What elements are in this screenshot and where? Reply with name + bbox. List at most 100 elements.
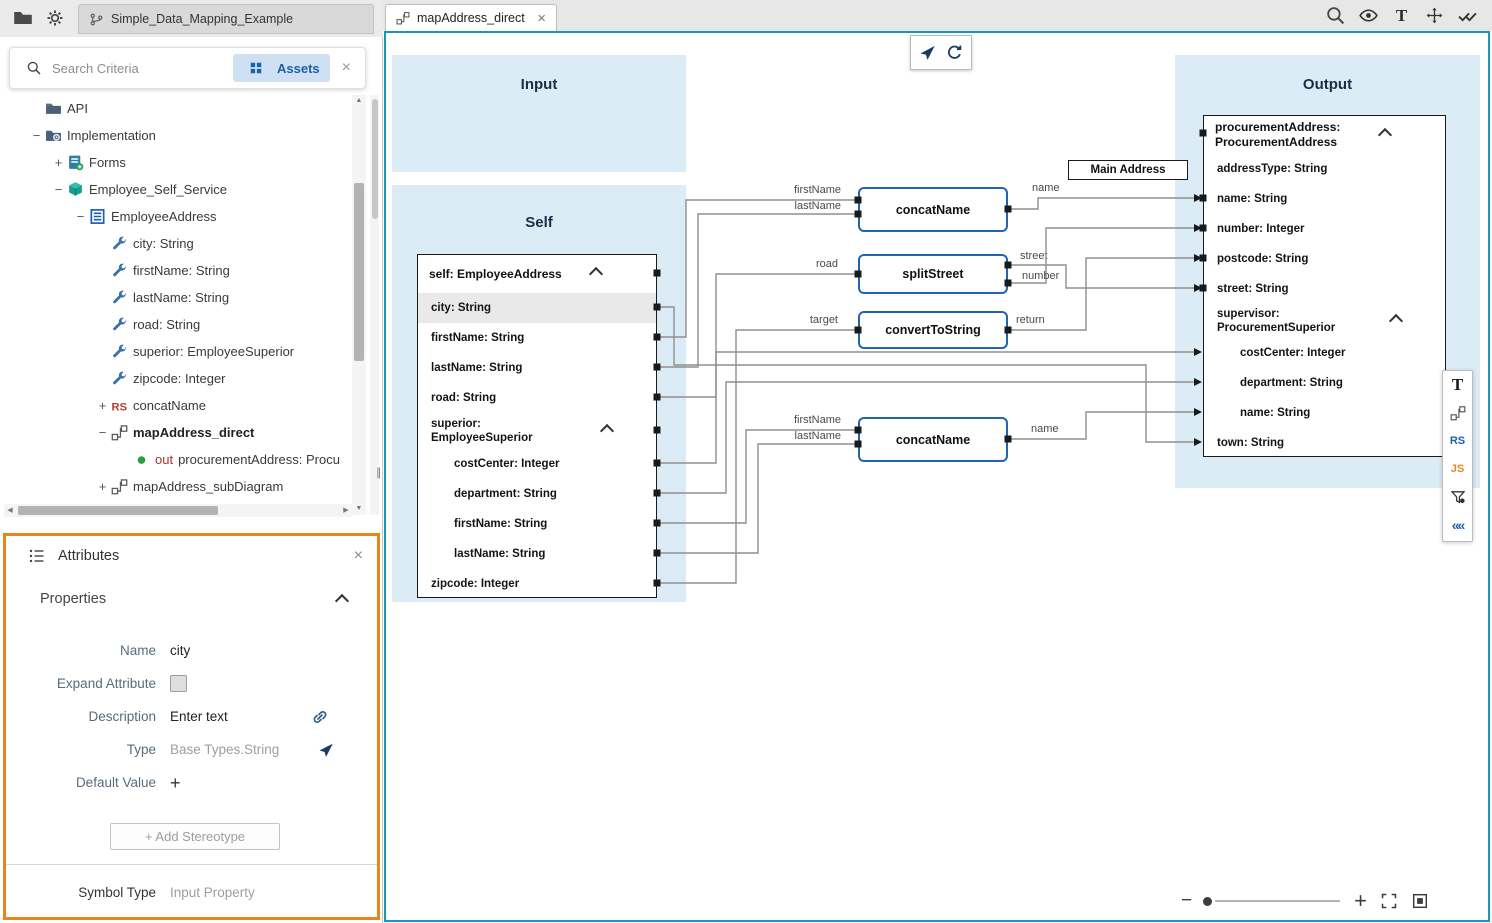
- scrollbar-thumb[interactable]: [18, 506, 218, 515]
- filter-tool-button[interactable]: [1443, 483, 1472, 511]
- tree-item-api[interactable]: API: [0, 95, 352, 122]
- tree-item-superior-employeesuperior[interactable]: superior: EmployeeSuperior: [0, 338, 352, 365]
- scroll-right-arrow[interactable]: ▶: [340, 504, 352, 517]
- tree-item-employeeaddress[interactable]: −EmployeeAddress: [0, 203, 352, 230]
- self-attr-road[interactable]: road: String: [418, 383, 656, 413]
- chevron-up-icon[interactable]: [589, 267, 603, 281]
- diagram-tool-button[interactable]: [1443, 399, 1472, 427]
- clear-search-icon[interactable]: ×: [342, 59, 351, 77]
- scroll-up-arrow[interactable]: ▲: [352, 95, 366, 107]
- mapping-wire[interactable]: [657, 430, 858, 523]
- tree-item-firstname-string[interactable]: firstName: String: [0, 257, 352, 284]
- chevron-up-icon[interactable]: [600, 424, 614, 438]
- tab-mapaddress-direct[interactable]: mapAddress_direct ×: [385, 4, 557, 31]
- self-attr-lastname[interactable]: lastName: String: [418, 539, 656, 569]
- tree-item-employee-self-service[interactable]: −Employee_Self_Service: [0, 176, 352, 203]
- search-input[interactable]: [50, 60, 233, 77]
- self-attr-firstname[interactable]: firstName: String: [418, 323, 656, 353]
- attr-field-value[interactable]: city: [170, 643, 190, 658]
- mapping-wire[interactable]: [657, 274, 858, 397]
- zoom-out-button[interactable]: −: [1181, 890, 1192, 912]
- procurementaddress-node[interactable]: procurementAddress: ProcurementAddress a…: [1203, 115, 1446, 457]
- mapping-wire[interactable]: [1008, 412, 1196, 439]
- output-attr-supervisor[interactable]: supervisor: ProcurementSuperior: [1204, 304, 1445, 338]
- collapse-icon[interactable]: −: [72, 209, 89, 224]
- self-employeeaddress-node[interactable]: self: EmployeeAddress city: StringfirstN…: [417, 254, 657, 598]
- expand-icon[interactable]: +: [50, 155, 67, 170]
- splitter-grip[interactable]: ∥: [376, 466, 382, 479]
- tree-item-mapaddress-subdiagram[interactable]: +mapAddress_subDiagram: [0, 473, 352, 500]
- chevron-up-icon[interactable]: [1378, 128, 1392, 142]
- mapping-wire[interactable]: [657, 444, 858, 553]
- close-tab-icon[interactable]: ×: [537, 11, 546, 26]
- scroll-down-arrow[interactable]: ▼: [352, 503, 366, 515]
- tree-item-implementation[interactable]: −Implementation: [0, 122, 352, 149]
- navigate-type-icon[interactable]: [317, 741, 335, 759]
- attr-field-value[interactable]: Base Types.String: [170, 742, 279, 757]
- fit-arrows-icon[interactable]: [1424, 5, 1445, 26]
- mapping-canvas[interactable]: Input Self Output self: EmployeeAddress …: [384, 31, 1490, 922]
- chevron-up-icon[interactable]: [335, 594, 349, 608]
- scrollbar-thumb[interactable]: [354, 183, 364, 361]
- tree-item-lastname-string[interactable]: lastName: String: [0, 284, 352, 311]
- refresh-icon[interactable]: [945, 43, 964, 62]
- output-attr-department[interactable]: department: String: [1204, 368, 1445, 398]
- tree-item-concatname[interactable]: +RSconcatName: [0, 392, 352, 419]
- output-attr-name[interactable]: name: String: [1204, 398, 1445, 428]
- sidebar-vertical-scrollbar[interactable]: [370, 95, 379, 515]
- collapse-icon[interactable]: −: [50, 182, 67, 197]
- add-stereotype-button[interactable]: + Add Stereotype: [110, 823, 280, 850]
- self-attr-superior[interactable]: superior: EmployeeSuperior: [418, 413, 656, 449]
- close-panel-icon[interactable]: ×: [354, 547, 363, 565]
- scrollbar-thumb[interactable]: [372, 99, 378, 219]
- self-attr-lastname[interactable]: lastName: String: [418, 353, 656, 383]
- self-attr-city[interactable]: city: String: [418, 293, 656, 323]
- collapse-icon[interactable]: −: [94, 425, 111, 440]
- visibility-eye-icon[interactable]: [1358, 5, 1379, 26]
- text-tool-button[interactable]: T: [1443, 371, 1472, 399]
- main-address-annotation[interactable]: Main Address: [1068, 160, 1188, 180]
- output-attr-street[interactable]: street: String: [1204, 274, 1445, 304]
- assets-filter-button[interactable]: Assets: [233, 54, 330, 82]
- expand-icon[interactable]: +: [94, 398, 111, 413]
- search-icon[interactable]: [1325, 5, 1346, 26]
- navigate-arrow-icon[interactable]: [918, 43, 937, 62]
- output-attr-town[interactable]: town: String: [1204, 428, 1445, 458]
- attr-field-value[interactable]: Enter text: [170, 709, 228, 724]
- output-attr-addresstype[interactable]: addressType: String: [1204, 154, 1445, 184]
- self-attr-costcenter[interactable]: costCenter: Integer: [418, 449, 656, 479]
- output-attr-name[interactable]: name: String: [1204, 184, 1445, 214]
- tree-item-zipcode-integer[interactable]: zipcode: Integer: [0, 365, 352, 392]
- self-node-header[interactable]: self: EmployeeAddress: [418, 255, 656, 293]
- mapping-wire[interactable]: [657, 214, 858, 367]
- self-attr-zipcode[interactable]: zipcode: Integer: [418, 569, 656, 599]
- mapping-wire[interactable]: [1008, 198, 1196, 209]
- zoom-slider-track[interactable]: [1215, 900, 1340, 902]
- zoom-in-button[interactable]: +: [1354, 888, 1367, 914]
- tree-item-forms[interactable]: +Forms: [0, 149, 352, 176]
- output-attr-postcode[interactable]: postcode: String: [1204, 244, 1445, 274]
- output-attr-costcenter[interactable]: costCenter: Integer: [1204, 338, 1445, 368]
- rs-tool-button[interactable]: RS: [1443, 427, 1472, 455]
- settings-gear-icon[interactable]: [44, 7, 66, 29]
- tree-horizontal-scrollbar[interactable]: ◀ ▶: [4, 504, 352, 517]
- add-default-value-button[interactable]: +: [170, 774, 181, 792]
- tree-item-procurementaddress-procu[interactable]: outprocurementAddress: Procu: [0, 446, 352, 473]
- mapping-wire[interactable]: [657, 200, 858, 337]
- js-tool-button[interactable]: JS: [1443, 455, 1472, 483]
- fullscreen-icon[interactable]: [1380, 892, 1398, 910]
- project-tab[interactable]: Simple_Data_Mapping_Example: [78, 4, 374, 34]
- expand-attribute-checkbox[interactable]: [170, 675, 187, 692]
- function-node-concatname-3[interactable]: concatName: [858, 417, 1008, 462]
- chevron-up-icon[interactable]: [1389, 314, 1403, 328]
- properties-section-header[interactable]: Properties: [6, 584, 377, 614]
- mapping-wire[interactable]: [657, 330, 858, 583]
- function-node-splitstreet-1[interactable]: splitStreet: [858, 254, 1008, 294]
- tree-item-mapaddress-direct[interactable]: −mapAddress_direct: [0, 419, 352, 446]
- self-attr-department[interactable]: department: String: [418, 479, 656, 509]
- mapping-wire[interactable]: [1008, 265, 1196, 288]
- collapse-icon[interactable]: −: [28, 128, 45, 143]
- link-icon[interactable]: [311, 708, 329, 726]
- collapse-palette-button[interactable]: ««: [1443, 511, 1472, 539]
- text-tool-icon[interactable]: T: [1391, 5, 1412, 26]
